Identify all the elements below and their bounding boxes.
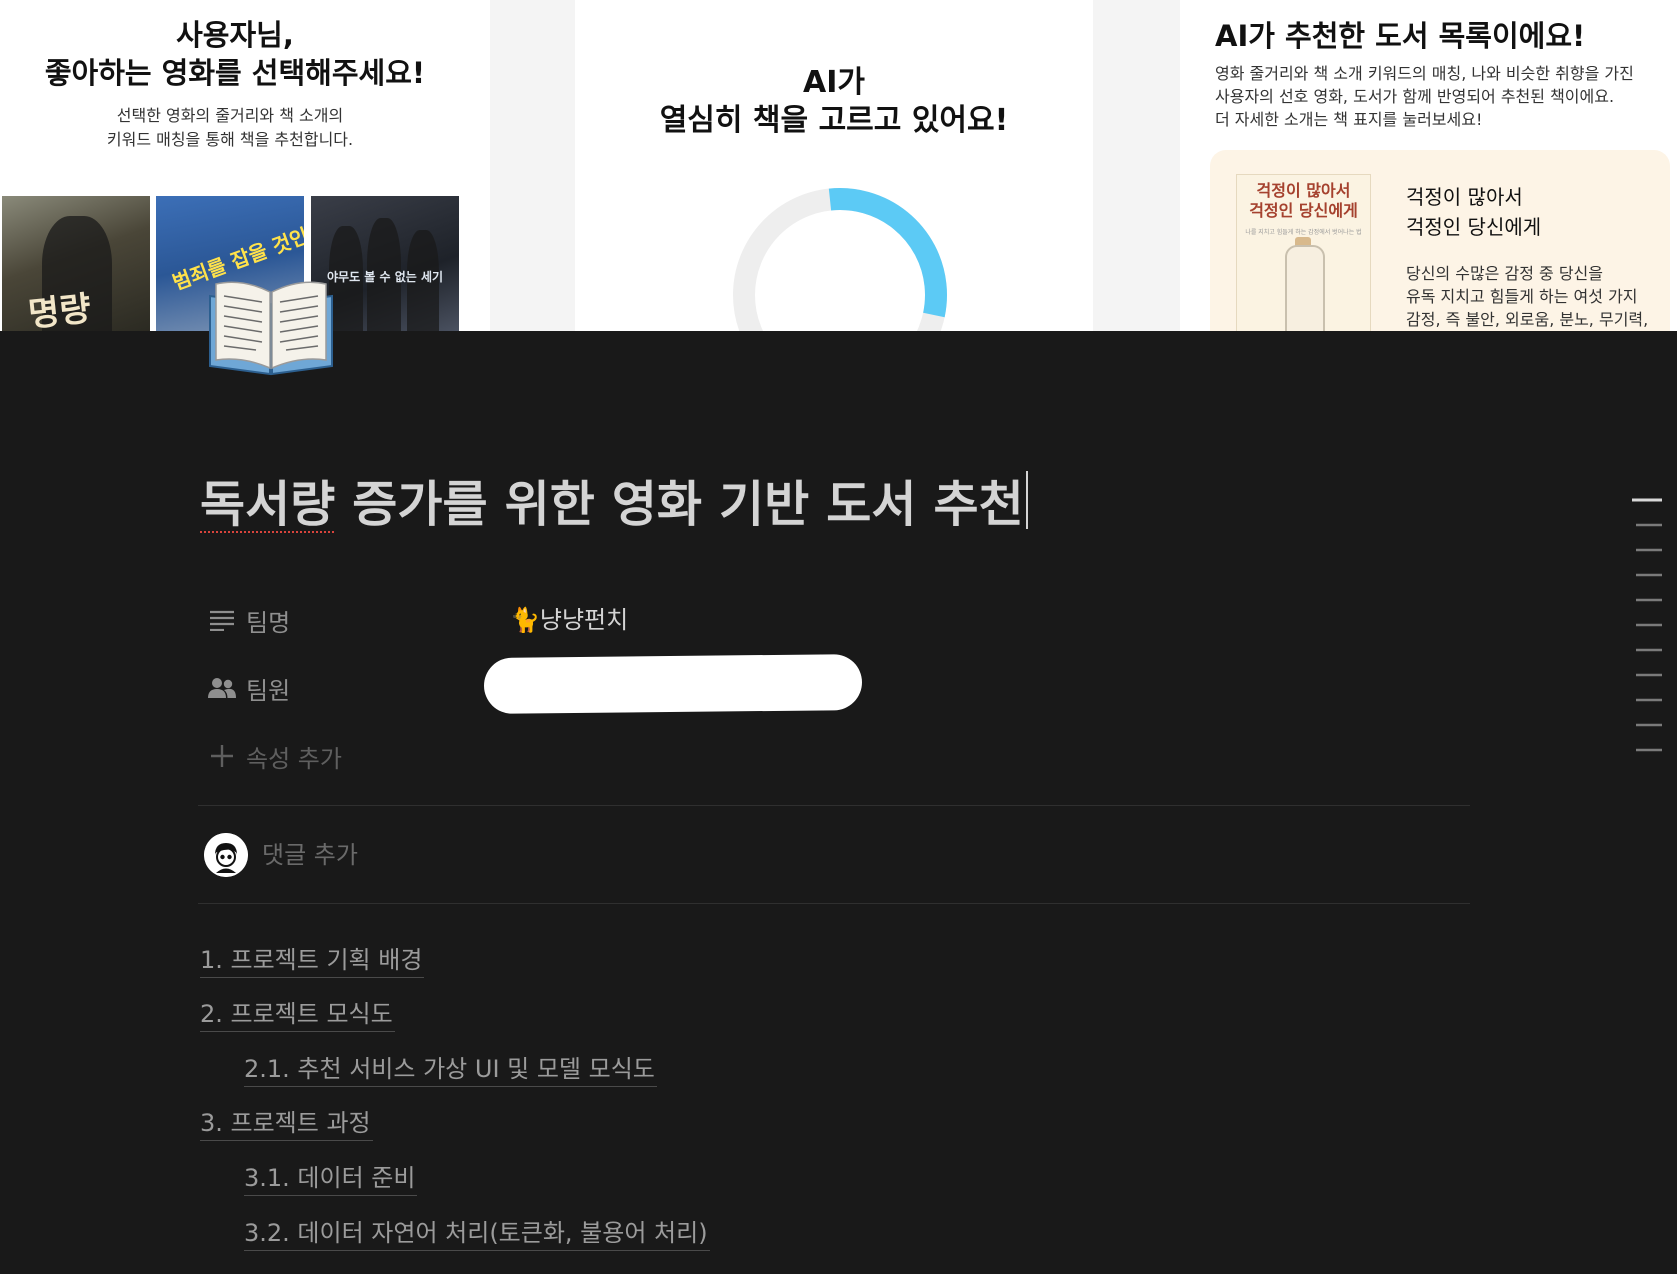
movie-poster-title: 명량: [26, 288, 93, 331]
toc-link[interactable]: 2. 프로젝트 모식도: [200, 997, 395, 1032]
property-team-name-value[interactable]: 🐈냥냥펀치: [510, 600, 628, 640]
book-description-line1: 당신의 수많은 감정 중 당신을: [1406, 264, 1603, 283]
loading-title-line1: AI가: [803, 65, 865, 100]
book-description-line3: 감정, 즉 불안, 외로움, 분노, 무기력,: [1406, 310, 1649, 329]
movie-select-subtitle-line1: 선택한 영화의 줄거리와 책 소개의: [116, 106, 344, 125]
text-caret: [1025, 471, 1028, 529]
property-label: 팀명: [246, 608, 291, 637]
book-cover-tagline: 나를 지치고 힘들게 하는 감정에서 벗어나는 법: [1245, 229, 1362, 236]
recommend-subtitle: 영화 줄거리와 책 소개 키워드의 매칭, 나와 비슷한 취향을 가진 사용자의…: [1215, 62, 1670, 131]
people-icon: [208, 674, 236, 702]
loading-title-line2: 열심히 책을 고르고 있어요!: [659, 103, 1009, 138]
movie-select-title-line2: 좋아하는 영화를 선택해주세요!: [44, 56, 426, 90]
add-comment-input[interactable]: 댓글 추가: [262, 835, 358, 875]
movie-poster-title: 야무도 볼 수 없는 세기: [327, 270, 444, 284]
toc-link[interactable]: 1. 프로젝트 기획 배경: [200, 943, 425, 978]
book-cover-title-line2: 걱정인 당신에게: [1249, 201, 1358, 220]
text-lines-icon: [208, 606, 236, 634]
divider: [198, 903, 1470, 904]
open-book-icon[interactable]: [206, 270, 336, 382]
movie-select-subtitle-line2: 키워드 매칭을 통해 책을 추천합니다.: [106, 130, 354, 149]
recommend-title: AI가 추천한 도서 목록이에요!: [1215, 19, 1586, 53]
movie-select-subtitle: 선택한 영화의 줄거리와 책 소개의 키워드 매칭을 통해 책을 추천합니다.: [0, 104, 460, 152]
cover-card-recommendations: AI가 추천한 도서 목록이에요! 영화 줄거리와 책 소개 키워드의 매칭, …: [1180, 0, 1677, 331]
recommend-subtitle-line3: 더 자세한 소개는 책 표지를 눌러보세요!: [1215, 110, 1483, 129]
book-title: 걱정이 많아서 걱정인 당신에게: [1406, 182, 1541, 242]
redacted-team-members-value: [483, 654, 863, 714]
page-title-rest[interactable]: 증가를 위한 영화 기반 도서 추천: [335, 476, 1023, 533]
page-title-misspelled-word[interactable]: 독서량: [200, 476, 335, 533]
property-team-members[interactable]: 팀원: [208, 668, 290, 708]
user-avatar: [204, 833, 248, 877]
outline-minimap[interactable]: [1632, 497, 1662, 767]
add-property-button[interactable]: 속성 추가: [208, 736, 342, 776]
recommended-book-card: 걱정이 많아서 걱정인 당신에게 나를 지치고 힘들게 하는 감정에서 벗어나는…: [1210, 150, 1670, 331]
book-description-line2: 유독 지치고 힘들게 하는 여섯 가지: [1406, 287, 1638, 306]
toc-link[interactable]: 2.1. 추천 서비스 가상 UI 및 모델 모식도: [244, 1052, 657, 1087]
bottle-icon: [1285, 245, 1325, 331]
recommend-subtitle-line2: 사용자의 선호 영화, 도서가 함께 반영되어 추천된 책이에요.: [1215, 87, 1615, 106]
recommend-subtitle-line1: 영화 줄거리와 책 소개 키워드의 매칭, 나와 비슷한 취향을 가진: [1215, 64, 1634, 83]
book-cover-title: 걱정이 많아서 걱정인 당신에게: [1237, 181, 1370, 221]
toc-link[interactable]: 3.1. 데이터 준비: [244, 1161, 418, 1196]
cover-card-loading: AI가 열심히 책을 고르고 있어요!: [575, 0, 1093, 331]
page-title[interactable]: 독서량 증가를 위한 영화 기반 도서 추천: [200, 471, 1028, 537]
plus-icon: [208, 742, 236, 770]
book-description: 당신의 수많은 감정 중 당신을 유독 지치고 힘들게 하는 여섯 가지 감정,…: [1406, 262, 1661, 331]
toc-link[interactable]: 3. 프로젝트 과정: [200, 1106, 373, 1141]
property-team-name[interactable]: 팀명: [208, 600, 290, 640]
add-property-label: 속성 추가: [246, 744, 342, 773]
movie-select-title-line1: 사용자님,: [176, 18, 294, 52]
book-title-line2: 걱정인 당신에게: [1406, 215, 1542, 239]
book-title-line1: 걱정이 많아서: [1406, 185, 1523, 209]
property-label: 팀원: [246, 676, 291, 705]
divider: [198, 805, 1470, 806]
loading-title: AI가 열심히 책을 고르고 있어요!: [575, 64, 1093, 140]
movie-poster: 명량: [2, 196, 150, 331]
book-cover: 걱정이 많아서 걱정인 당신에게 나를 지치고 힘들게 하는 감정에서 벗어나는…: [1236, 174, 1371, 331]
toc-link[interactable]: 3.2. 데이터 자연어 처리(토큰화, 불용어 처리): [244, 1216, 710, 1251]
loading-spinner: [733, 188, 947, 331]
movie-select-title: 사용자님, 좋아하는 영화를 선택해주세요!: [0, 16, 470, 92]
book-cover-title-line1: 걱정이 많아서: [1256, 181, 1351, 200]
